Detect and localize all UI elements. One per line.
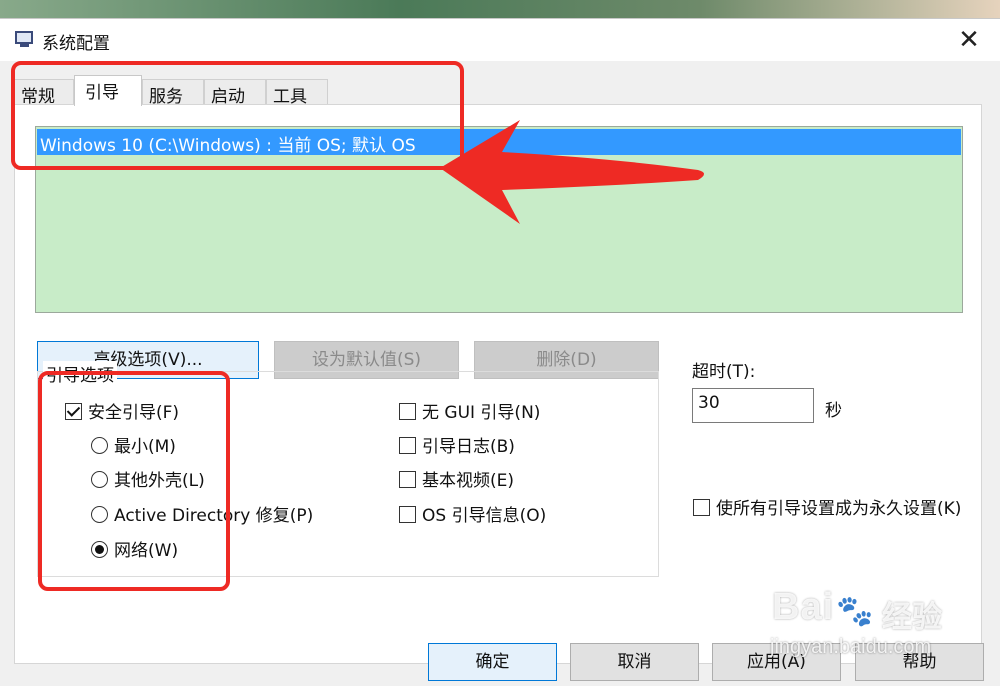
window-title: 系统配置 bbox=[42, 34, 110, 54]
base-video-label: 基本视频(E) bbox=[422, 471, 515, 491]
msconfig-icon bbox=[15, 31, 35, 49]
annotation-box-options bbox=[38, 371, 230, 591]
close-button[interactable]: ✕ bbox=[946, 25, 992, 57]
base-video-checkbox[interactable]: 基本视频(E) bbox=[399, 466, 514, 491]
timeout-unit: 秒 bbox=[825, 401, 842, 421]
timeout-label: 超时(T): bbox=[692, 362, 756, 382]
checkbox-icon[interactable] bbox=[399, 506, 416, 523]
cancel-button[interactable]: 取消 bbox=[570, 643, 699, 681]
checkbox-icon[interactable] bbox=[399, 437, 416, 454]
timeout-input[interactable]: 30 bbox=[692, 388, 814, 423]
no-gui-boot-checkbox[interactable]: 无 GUI 引导(N) bbox=[399, 398, 540, 423]
annotation-arrow-icon bbox=[440, 120, 704, 224]
boot-log-label: 引导日志(B) bbox=[422, 437, 515, 457]
checkbox-icon[interactable] bbox=[399, 471, 416, 488]
checkbox-icon[interactable] bbox=[399, 403, 416, 420]
desktop-background bbox=[0, 0, 1000, 20]
no-gui-boot-label: 无 GUI 引导(N) bbox=[422, 403, 541, 423]
title-bar: 系统配置 ✕ bbox=[0, 19, 1000, 61]
make-permanent-checkbox[interactable]: 使所有引导设置成为永久设置(K) bbox=[693, 494, 961, 519]
tab-boot[interactable]: 引导 bbox=[74, 75, 142, 106]
checkbox-icon[interactable] bbox=[693, 499, 710, 516]
os-boot-info-checkbox[interactable]: OS 引导信息(O) bbox=[399, 501, 546, 526]
ok-button[interactable]: 确定 bbox=[428, 643, 557, 681]
make-permanent-label: 使所有引导设置成为永久设置(K) bbox=[716, 499, 962, 519]
os-boot-info-label: OS 引导信息(O) bbox=[422, 506, 547, 526]
help-button[interactable]: 帮助 bbox=[855, 643, 984, 681]
boot-log-checkbox[interactable]: 引导日志(B) bbox=[399, 432, 515, 457]
apply-button[interactable]: 应用(A) bbox=[712, 643, 841, 681]
